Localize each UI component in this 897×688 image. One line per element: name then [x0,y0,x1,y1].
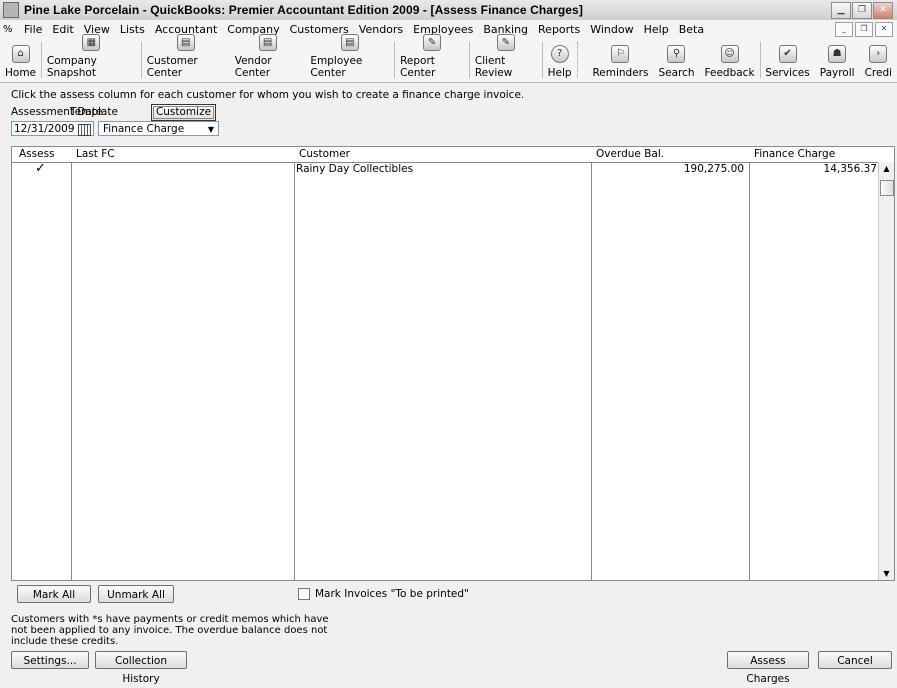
unmark-all-button[interactable]: Unmark All [98,585,174,603]
toolbar-report-center-button[interactable]: ✎ Report Center [395,34,469,82]
toolbar-feedback-button[interactable]: ☺ Feedback [700,38,760,82]
template-selected-value: Finance Charge [103,123,185,135]
toolbar-home-button[interactable]: ⌂ Home [0,38,41,82]
mark-to-print-label: Mark Invoices "To be printed" [315,588,469,600]
doc-restore-button[interactable]: ❐ [855,22,873,37]
toolbar-company-snapshot-button[interactable]: ▦ Company Snapshot [42,34,141,82]
home-icon: ⌂ [11,45,30,63]
template-label: Template [70,106,118,118]
reminders-icon: ⚐ [611,45,630,63]
column-divider [749,147,750,580]
client-review-icon: ✎ [496,34,515,51]
table-scrollbar[interactable]: ▲ ▼ [878,162,894,580]
toolbar-reminders-button[interactable]: ⚐ Reminders [578,38,653,82]
col-header-overdue-bal[interactable]: Overdue Bal. [596,148,664,160]
search-icon: ⚲ [667,45,686,63]
finance-charge-cell[interactable]: 14,356.37 [750,163,877,175]
close-button[interactable]: ✕ [873,2,893,19]
col-header-assess[interactable]: Assess [19,148,55,160]
menu-bar: % File Edit View Lists Accountant Compan… [0,20,897,39]
assess-charges-button[interactable]: Assess Charges [727,651,809,685]
finance-charges-table: Assess Last FC Customer Overdue Bal. Fin… [11,146,895,581]
toolbar-search-button[interactable]: ⚲ Search [653,38,699,82]
scroll-down-arrow-icon[interactable]: ▼ [879,569,894,578]
table-header: Assess Last FC Customer Overdue Bal. Fin… [12,147,894,163]
assessment-date-field[interactable]: 12/31/2009 [11,121,94,136]
doc-close-button[interactable]: ✕ [875,22,893,37]
col-header-last-fc[interactable]: Last FC [76,148,115,160]
help-icon: ? [550,45,569,63]
doc-minimize-button[interactable]: _ [835,22,853,37]
toolbar-help-button[interactable]: ? Help [543,38,577,82]
menu-help[interactable]: Help [639,23,674,36]
quickbooks-app-icon [3,2,19,18]
instructions-text: Click the assess column for each custome… [11,89,525,101]
column-divider [71,147,72,580]
window-controls: ▁ ❐ ✕ [831,2,893,19]
cancel-button[interactable]: Cancel [818,651,892,669]
restore-button[interactable]: ❐ [852,2,872,19]
credit-icon: › [869,45,888,63]
mark-all-button[interactable]: Mark All [17,585,91,603]
employee-center-icon: ▤ [340,34,359,51]
toolbar-client-review-button[interactable]: ✎ Client Review [470,34,542,82]
menu-reports[interactable]: Reports [533,23,585,36]
col-header-finance-charge[interactable]: Finance Charge [754,148,835,160]
feedback-icon: ☺ [720,45,739,63]
menu-file[interactable]: File [19,23,47,36]
toolbar-credit-button[interactable]: › Credi [860,38,897,82]
menu-employees[interactable]: Employees [408,23,478,36]
window-title: Pine Lake Porcelain - QuickBooks: Premie… [24,3,583,17]
report-center-icon: ✎ [423,34,442,51]
menu-vendors[interactable]: Vendors [354,23,408,36]
document-window-controls: _ ❐ ✕ [835,22,893,37]
customer-center-icon: ▤ [176,34,195,51]
minimize-button[interactable]: ▁ [831,2,851,19]
collection-history-button[interactable]: Collection History [95,651,187,685]
calendar-icon[interactable] [78,124,91,136]
toolbar-customer-center-button[interactable]: ▤ Customer Center [142,34,230,82]
snapshot-icon: ▦ [82,34,101,51]
template-select[interactable]: Finance Charge ▼ [98,121,219,136]
overdue-balance-cell: 190,275.00 [683,163,744,175]
title-bar: Pine Lake Porcelain - QuickBooks: Premie… [0,0,897,20]
toolbar-vendor-center-button[interactable]: ▤ Vendor Center [230,34,306,82]
menu-lists[interactable]: Lists [115,23,150,36]
assess-checkmark[interactable]: ✓ [35,161,46,176]
settings-button[interactable]: Settings... [11,651,89,669]
col-header-customer[interactable]: Customer [299,148,350,160]
toolbar-employee-center-button[interactable]: ▤ Employee Center [305,34,394,82]
document-menu-icon[interactable]: % [3,24,19,35]
vendor-center-icon: ▤ [258,34,277,51]
menu-edit[interactable]: Edit [47,23,78,36]
menu-beta[interactable]: Beta [674,23,709,36]
scroll-up-arrow-icon[interactable]: ▲ [879,164,894,173]
chevron-down-icon[interactable]: ▼ [208,122,214,137]
payroll-icon: ☗ [828,45,847,63]
column-divider [294,147,295,580]
customize-button[interactable]: Customize [151,104,216,121]
mark-to-print-row[interactable]: Mark Invoices "To be printed" [298,588,469,600]
credits-note: Customers with *s have payments or credi… [11,614,329,647]
menu-window[interactable]: Window [585,23,638,36]
mark-to-print-checkbox[interactable] [298,588,310,600]
services-icon: ✔ [778,45,797,63]
toolbar-services-button[interactable]: ✔ Services [760,38,814,82]
scroll-thumb[interactable] [880,180,894,196]
icon-toolbar: ⌂ Home ▦ Company Snapshot ▤ Customer Center… [0,34,897,83]
assessment-date-value: 12/31/2009 [14,123,75,135]
customer-cell: Rainy Day Collectibles [296,163,414,175]
toolbar-payroll-button[interactable]: ☗ Payroll [815,38,860,82]
column-divider [591,147,592,580]
